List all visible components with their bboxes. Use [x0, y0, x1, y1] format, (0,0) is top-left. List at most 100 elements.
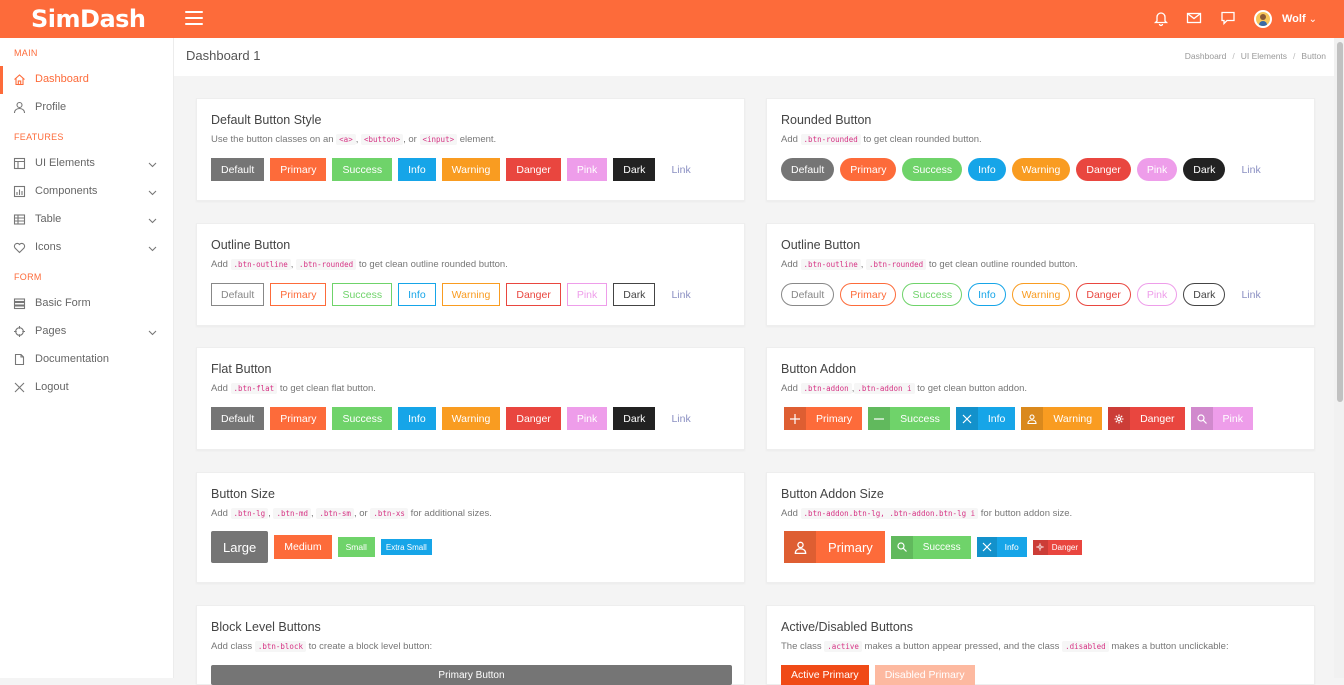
warning-button[interactable]: Warning	[1011, 158, 1071, 181]
scrollbar-thumb[interactable]	[1337, 42, 1343, 402]
layout-icon	[13, 157, 26, 170]
info-button[interactable]: Info	[398, 158, 436, 181]
breadcrumb-ui-elements[interactable]: UI Elements	[1241, 51, 1287, 61]
primary-addon-large-button[interactable]: Primary	[784, 531, 885, 563]
user-menu[interactable]: Wolf ⌄	[1254, 7, 1317, 31]
breadcrumb-dashboard[interactable]: Dashboard	[1185, 51, 1227, 61]
menu-toggle-icon[interactable]	[185, 11, 203, 25]
warning-button[interactable]: Warning	[1011, 283, 1071, 306]
primary-button[interactable]: Primary	[840, 283, 897, 306]
sidebar-item-dashboard[interactable]: Dashboard	[0, 66, 174, 94]
danger-button[interactable]: Danger	[506, 283, 561, 306]
sidebar-item-icons[interactable]: Icons	[0, 234, 174, 262]
link-button[interactable]: Link	[661, 283, 700, 306]
pink-button[interactable]: Pink	[1136, 283, 1178, 306]
link-button[interactable]: Link	[661, 158, 700, 181]
sidebar-item-logout[interactable]: Logout	[0, 374, 174, 402]
warning-button[interactable]: Warning	[441, 407, 501, 430]
sidebar-item-label: UI Elements	[35, 157, 95, 169]
card-rounded-buttons: Rounded Button Add .btn-rounded to get c…	[766, 98, 1315, 201]
primary-addon-button[interactable]: Primary	[784, 407, 863, 430]
medium-button[interactable]: Medium	[274, 535, 332, 559]
info-button[interactable]: Info	[398, 283, 436, 306]
card-title: Flat Button	[211, 362, 272, 376]
success-button[interactable]: Success	[902, 158, 963, 181]
pink-button[interactable]: Pink	[1136, 158, 1178, 181]
button-row: Active Primary Disabled Primary	[781, 665, 981, 685]
sidebar-item-profile[interactable]: Profile	[0, 94, 174, 122]
default-button[interactable]: Default	[781, 283, 835, 306]
top-navbar: SimDash Wolf ⌄	[0, 0, 1344, 38]
button-row: Primary Success Info Danger	[784, 531, 1088, 563]
success-addon-medium-button[interactable]: Success	[890, 535, 971, 559]
button-row: Primary Success Info Warning Danger Pink	[784, 407, 1259, 430]
danger-addon-button[interactable]: Danger	[1108, 407, 1185, 430]
link-button[interactable]: Link	[1231, 158, 1270, 181]
large-button[interactable]: Large	[211, 531, 269, 563]
card-outline-buttons: Outline Button Add .btn-outline, .btn-ro…	[196, 223, 745, 326]
danger-button[interactable]: Danger	[506, 407, 561, 430]
dark-button[interactable]: Dark	[613, 407, 656, 430]
block-primary-button[interactable]: Primary Button	[211, 665, 732, 685]
success-addon-button[interactable]: Success	[868, 407, 950, 430]
danger-button[interactable]: Danger	[1076, 283, 1131, 306]
active-primary-button[interactable]: Active Primary	[781, 665, 869, 685]
sidebar-item-documentation[interactable]: Documentation	[0, 346, 174, 374]
info-addon-small-button[interactable]: Info	[976, 537, 1027, 557]
default-button[interactable]: Default	[211, 283, 265, 306]
pink-button[interactable]: Pink	[566, 407, 608, 430]
pink-button[interactable]: Pink	[566, 283, 608, 306]
success-button[interactable]: Success	[332, 407, 393, 430]
default-button[interactable]: Default	[211, 158, 265, 181]
sidebar-item-label: Icons	[35, 241, 62, 253]
sidebar-item-table[interactable]: Table	[0, 206, 174, 234]
sidebar-item-ui-elements[interactable]: UI Elements	[0, 150, 174, 178]
info-button[interactable]: Info	[968, 283, 1006, 306]
warning-button[interactable]: Warning	[441, 158, 501, 181]
sidebar-item-components[interactable]: Components	[0, 178, 174, 206]
sidebar: MAIN Dashboard Profile FEATURES UI Eleme…	[0, 38, 174, 678]
primary-button[interactable]: Primary	[840, 158, 897, 181]
success-button[interactable]: Success	[902, 283, 963, 306]
page-title: Dashboard 1	[186, 48, 261, 63]
sidebar-item-basic-form[interactable]: Basic Form	[0, 290, 174, 318]
search-icon	[890, 535, 913, 559]
pink-addon-button[interactable]: Pink	[1190, 407, 1253, 430]
pink-button[interactable]: Pink	[566, 158, 608, 181]
dark-button[interactable]: Dark	[1183, 158, 1226, 181]
info-button[interactable]: Info	[398, 407, 436, 430]
chevron-down-icon: ⌄	[1308, 13, 1318, 25]
info-addon-button[interactable]: Info	[955, 407, 1016, 430]
sidebar-item-pages[interactable]: Pages	[0, 318, 174, 346]
primary-button[interactable]: Primary	[270, 283, 327, 306]
mail-icon[interactable]	[1185, 9, 1203, 27]
sidebar-item-label: Documentation	[35, 353, 109, 365]
chat-icon[interactable]	[1219, 9, 1237, 27]
small-button[interactable]: Small	[337, 537, 375, 557]
success-button[interactable]: Success	[332, 158, 393, 181]
sidebar-item-label: Pages	[35, 325, 67, 337]
primary-button[interactable]: Primary	[270, 407, 327, 430]
chevron-down-icon	[148, 162, 157, 168]
brand-logo[interactable]: SimDash	[31, 3, 146, 35]
primary-button[interactable]: Primary	[270, 158, 327, 181]
default-button[interactable]: Default	[211, 407, 265, 430]
dark-button[interactable]: Dark	[613, 158, 656, 181]
heart-icon	[13, 242, 26, 254]
bell-icon[interactable]	[1152, 9, 1170, 27]
info-button[interactable]: Info	[968, 158, 1006, 181]
link-button[interactable]: Link	[661, 407, 700, 430]
danger-addon-xs-button[interactable]: Danger	[1032, 539, 1083, 555]
sidebar-item-label: Basic Form	[35, 297, 91, 309]
extra-small-button[interactable]: Extra Small	[380, 539, 432, 555]
dark-button[interactable]: Dark	[1183, 283, 1226, 306]
default-button[interactable]: Default	[781, 158, 835, 181]
danger-button[interactable]: Danger	[506, 158, 561, 181]
target-icon	[14, 326, 25, 337]
warning-addon-button[interactable]: Warning	[1021, 407, 1103, 430]
dark-button[interactable]: Dark	[613, 283, 656, 306]
success-button[interactable]: Success	[332, 283, 393, 306]
danger-button[interactable]: Danger	[1076, 158, 1131, 181]
warning-button[interactable]: Warning	[441, 283, 501, 306]
link-button[interactable]: Link	[1231, 283, 1270, 306]
